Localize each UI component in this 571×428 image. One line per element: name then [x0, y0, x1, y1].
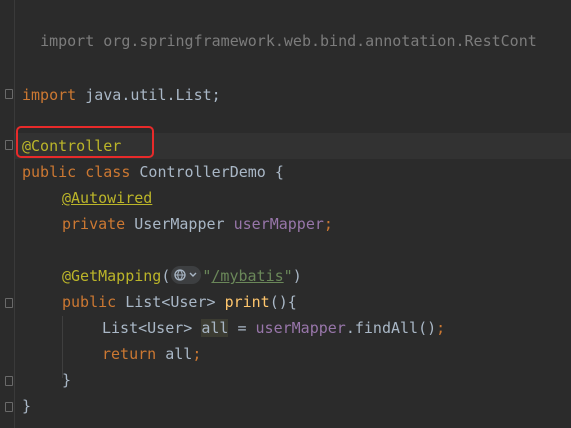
mapping-path-link[interactable]: /mybatis	[211, 267, 283, 285]
fold-marker[interactable]	[5, 298, 13, 308]
highlight-box	[16, 126, 154, 158]
annotation-autowired: @Autowired	[62, 189, 153, 207]
editor-gutter[interactable]	[0, 0, 14, 428]
code-line-import-list[interactable]: import java.util.List;	[22, 82, 221, 108]
assign-operator: =	[228, 319, 256, 337]
code-line-class-declaration[interactable]: public class ControllerDemo {	[22, 159, 284, 185]
field-name: userMapper	[233, 215, 324, 233]
field-reference: userMapper	[255, 319, 346, 337]
import-path: java.util.List;	[76, 86, 221, 104]
method-name: print	[224, 293, 270, 311]
class-name: ControllerDemo {	[130, 163, 284, 181]
fold-marker[interactable]	[5, 376, 13, 386]
code-line-import-restcontroller[interactable]: import org.springframework.web.bind.anno…	[22, 2, 537, 50]
method-params: (){	[269, 293, 297, 311]
code-line-class-close[interactable]: }	[22, 393, 31, 419]
method-call: .findAll()	[345, 319, 437, 337]
keyword-return: return	[102, 345, 157, 363]
return-value: all	[156, 345, 193, 363]
code-line-return[interactable]: return all;	[102, 341, 201, 367]
import-statement-text: import org.springframework.web.bind.anno…	[40, 32, 537, 50]
paren-open: (	[161, 267, 171, 285]
field-type: UserMapper	[125, 215, 234, 233]
keyword-public: public	[62, 293, 117, 311]
fold-marker[interactable]	[5, 140, 13, 150]
keyword-public-class: public class	[22, 163, 131, 181]
annotation-getmapping: @GetMapping	[62, 267, 162, 285]
fold-marker[interactable]	[5, 89, 13, 99]
code-line-autowired[interactable]: @Autowired	[62, 185, 152, 211]
closing-brace: }	[62, 371, 72, 389]
globe-icon[interactable]	[171, 265, 202, 284]
paren-close: )	[292, 267, 302, 285]
fold-marker[interactable]	[5, 402, 13, 412]
code-line-findall[interactable]: List<User> all = userMapper.findAll();	[102, 315, 445, 341]
code-line-method-declaration[interactable]: public List<User> print(){	[62, 289, 297, 315]
keyword-import: import	[22, 86, 77, 104]
keyword-private: private	[62, 215, 126, 233]
semicolon: ;	[323, 215, 333, 233]
code-line-method-close[interactable]: }	[62, 367, 71, 393]
semicolon: ;	[436, 319, 446, 337]
code-line-field-declaration[interactable]: private UserMapper userMapper;	[62, 211, 333, 237]
return-type: List<User>	[116, 293, 225, 311]
closing-brace: }	[22, 397, 32, 415]
code-line-getmapping[interactable]: @GetMapping("/mybatis")	[62, 263, 302, 289]
semicolon: ;	[192, 345, 202, 363]
variable-all: all	[201, 319, 229, 337]
chevron-down-icon	[189, 272, 197, 277]
variable-type: List<User>	[102, 319, 202, 337]
string-quote: "	[283, 267, 293, 285]
